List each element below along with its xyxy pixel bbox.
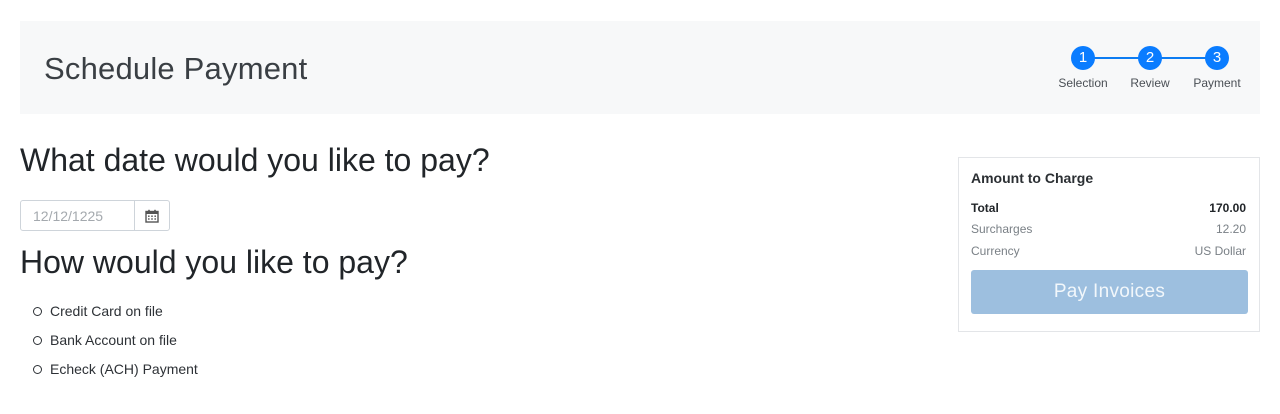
date-question: What date would you like to pay? [20, 142, 490, 178]
date-picker [20, 200, 170, 231]
option-echeck[interactable]: Echeck (ACH) Payment [33, 361, 198, 377]
pay-invoices-button[interactable]: Pay Invoices [971, 270, 1248, 314]
step-number: 1 [1071, 46, 1095, 70]
date-input[interactable] [21, 201, 134, 230]
summary-row-surcharges: Surcharges 12.20 [971, 222, 1246, 236]
payment-method-question: How would you like to pay? [20, 244, 408, 280]
row-value: 170.00 [1209, 201, 1246, 215]
summary-row-total: Total 170.00 [971, 201, 1246, 215]
radio-button[interactable] [33, 306, 42, 316]
step-payment: 3 Payment [1177, 46, 1257, 90]
row-value: 12.20 [1215, 222, 1246, 236]
calendar-button[interactable] [134, 201, 169, 230]
option-label: Bank Account on file [50, 332, 177, 348]
radio-button[interactable] [33, 335, 42, 345]
page-title: Schedule Payment [44, 51, 308, 86]
option-credit-card[interactable]: Credit Card on file [33, 303, 163, 319]
step-number: 2 [1138, 46, 1162, 70]
step-label: Payment [1193, 76, 1241, 90]
option-label: Credit Card on file [50, 303, 163, 319]
summary-row-currency: Currency US Dollar [971, 244, 1246, 258]
step-number: 3 [1205, 46, 1229, 70]
row-value: US Dollar [1194, 244, 1246, 258]
row-label: Currency [971, 244, 1020, 258]
progress-stepper: 1 Selection 2 Review 3 Payment [1040, 46, 1250, 106]
radio-button[interactable] [33, 364, 42, 374]
page-header: Schedule Payment 1 Selection 2 Review 3 … [20, 21, 1260, 114]
option-bank-account[interactable]: Bank Account on file [33, 332, 177, 348]
amount-summary-card: Amount to Charge Total 170.00 Surcharges… [958, 157, 1260, 332]
calendar-icon [145, 209, 159, 223]
option-label: Echeck (ACH) Payment [50, 361, 198, 377]
summary-title: Amount to Charge [971, 170, 1094, 186]
row-label: Total [971, 201, 999, 215]
row-label: Surcharges [971, 222, 1033, 236]
